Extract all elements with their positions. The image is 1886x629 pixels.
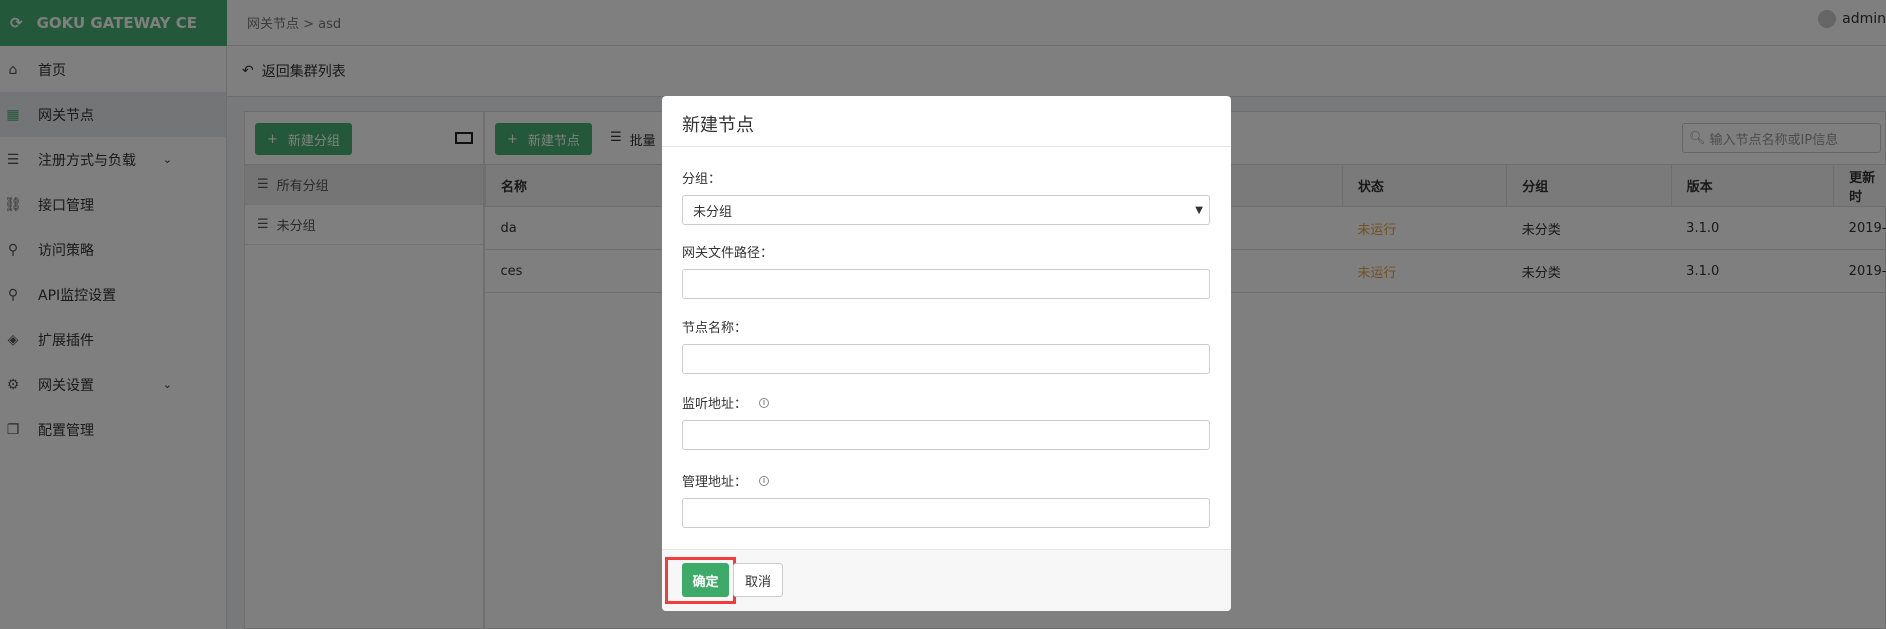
field-label: 监听地址： i: [682, 393, 1210, 412]
admin-address-input[interactable]: [682, 498, 1210, 528]
field-label: 分组：: [682, 168, 1210, 187]
field-label: 节点名称：: [682, 317, 1210, 336]
confirm-button[interactable]: 确定: [682, 563, 729, 597]
admin-field: 管理地址： i: [682, 471, 1210, 528]
gateway-path-input[interactable]: [682, 269, 1210, 299]
label-text: 监听地址：: [682, 397, 748, 412]
label-text: 节点名称：: [682, 321, 748, 336]
group-field: 分组： 未分组 ▼: [682, 168, 1210, 225]
select-value: 未分组: [693, 204, 733, 220]
listen-field: 监听地址： i: [682, 393, 1210, 450]
dialog-title: 新建节点: [662, 96, 1231, 147]
field-label: 网关文件路径：: [682, 242, 1210, 261]
label-text: 分组：: [682, 172, 722, 187]
caret-down-icon: ▼: [1195, 204, 1203, 216]
listen-address-input[interactable]: [682, 420, 1210, 450]
path-field: 网关文件路径：: [682, 242, 1210, 299]
node-name-input[interactable]: [682, 344, 1210, 374]
info-icon[interactable]: i: [759, 475, 770, 486]
label-text: 管理地址：: [682, 475, 748, 490]
field-label: 管理地址： i: [682, 471, 1210, 490]
info-icon[interactable]: i: [759, 397, 770, 408]
name-field: 节点名称：: [682, 317, 1210, 374]
new-node-dialog: 新建节点 分组： 未分组 ▼ 网关文件路径： 节点名称： 监听地址： i 管理地址：…: [662, 96, 1231, 611]
label-text: 网关文件路径：: [682, 246, 774, 261]
group-select[interactable]: 未分组 ▼: [682, 195, 1210, 225]
dialog-footer: 确定 取消: [662, 549, 1231, 611]
cancel-button[interactable]: 取消: [733, 563, 783, 597]
